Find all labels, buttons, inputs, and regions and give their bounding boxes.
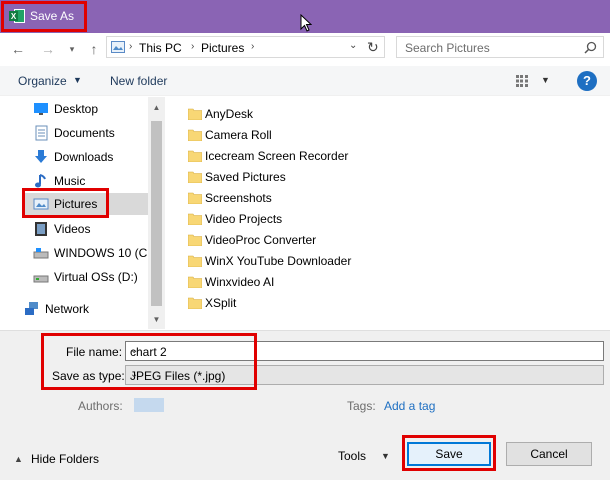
tools-dropdown-icon[interactable]: ▼ [381, 451, 390, 461]
nav-label: Documents [54, 126, 115, 140]
list-item[interactable]: WinX YouTube Downloader [188, 251, 488, 272]
folder-icon [188, 150, 202, 162]
folder-icon [188, 171, 202, 183]
drive-icon [33, 248, 49, 259]
mouse-cursor-icon [300, 14, 312, 32]
folder-icon [188, 276, 202, 288]
hide-folders-icon[interactable]: ▲ [14, 454, 23, 464]
toolbar: Organize ▼ New folder ▼ ? [0, 66, 610, 96]
list-item[interactable]: XSplit [188, 293, 488, 314]
videos-icon [35, 222, 47, 236]
scrollbar-thumb[interactable] [151, 121, 162, 306]
nav-item-network[interactable]: Network [22, 298, 139, 320]
search-box[interactable]: Search Pictures [396, 36, 604, 58]
recent-dropdown-icon[interactable]: ▾ [64, 41, 80, 57]
pictures-location-icon [111, 41, 125, 53]
list-item[interactable]: Video Projects [188, 209, 488, 230]
address-dropdown-icon[interactable]: ⌄ [349, 40, 357, 51]
file-list: AnyDesk Camera Roll Icecream Screen Reco… [166, 97, 610, 329]
nav-item-windows-drive[interactable]: WINDOWS 10 (C:) [31, 242, 155, 264]
nav-scrollbar[interactable]: ▲ ▼ [148, 97, 165, 329]
list-item[interactable]: Icecream Screen Recorder [188, 146, 488, 167]
title-bar: X Save As [0, 0, 610, 33]
folder-name: Saved Pictures [205, 170, 286, 184]
search-icon [584, 41, 597, 54]
drive-icon [33, 275, 49, 283]
save-form: File name: chart 2 ⌄ Save as type: JPEG … [0, 330, 610, 480]
list-item[interactable]: Saved Pictures [188, 167, 488, 188]
organize-dropdown-icon[interactable]: ▼ [73, 75, 82, 85]
breadcrumb-this-pc[interactable]: This PC [139, 41, 182, 55]
pictures-highlight-box [22, 188, 109, 218]
nav-label: WINDOWS 10 (C:) [54, 246, 155, 260]
folder-name: Camera Roll [205, 128, 272, 142]
music-icon [35, 174, 46, 188]
view-dropdown-icon[interactable]: ▼ [541, 75, 550, 85]
list-item[interactable]: AnyDesk [188, 104, 488, 125]
nav-item-videos[interactable]: Videos [31, 218, 148, 240]
list-item[interactable]: Screenshots [188, 188, 488, 209]
folder-name: Video Projects [205, 212, 283, 226]
refresh-icon[interactable]: ↻ [367, 39, 379, 56]
nav-item-desktop[interactable]: Desktop [31, 98, 148, 120]
authors-label: Authors: [78, 399, 123, 413]
nav-label: Downloads [54, 150, 114, 164]
network-icon [25, 302, 38, 315]
folder-name: AnyDesk [205, 107, 254, 121]
nav-label: Network [45, 302, 90, 316]
folder-icon [188, 255, 202, 267]
scroll-down-icon[interactable]: ▼ [148, 315, 165, 324]
up-arrow-icon[interactable]: ↑ [86, 41, 102, 57]
view-options-icon[interactable] [516, 75, 532, 87]
cancel-button[interactable]: Cancel [506, 442, 592, 466]
hide-folders-button[interactable]: Hide Folders [31, 452, 99, 466]
nav-item-virtual-drive[interactable]: Virtual OSs (D:) [31, 266, 148, 288]
downloads-icon [35, 150, 47, 163]
folder-name: Screenshots [205, 191, 272, 205]
tools-button[interactable]: Tools [338, 449, 366, 463]
breadcrumb-pictures[interactable]: Pictures [201, 41, 244, 55]
breadcrumb-separator: › [251, 41, 255, 52]
folder-name: Winxvideo AI [205, 275, 275, 289]
help-icon[interactable]: ? [577, 71, 597, 91]
folder-icon [188, 108, 202, 120]
add-tag-link[interactable]: Add a tag [384, 399, 435, 413]
breadcrumb-separator: › [191, 41, 195, 52]
folder-icon [188, 234, 202, 246]
documents-icon [35, 125, 48, 141]
nav-label: Virtual OSs (D:) [54, 270, 138, 284]
tags-label: Tags: [347, 399, 376, 413]
folder-icon [188, 297, 202, 309]
list-item[interactable]: Winxvideo AI [188, 272, 488, 293]
nav-label: Music [54, 174, 86, 188]
title-highlight-box [1, 1, 87, 32]
folder-name: XSplit [205, 296, 237, 310]
folder-name: Icecream Screen Recorder [205, 149, 349, 163]
authors-value[interactable] [134, 398, 164, 412]
back-arrow-icon[interactable]: ← [10, 41, 26, 57]
desktop-icon [34, 103, 48, 115]
forward-arrow-icon[interactable]: → [40, 41, 56, 57]
scroll-up-icon[interactable]: ▲ [148, 103, 165, 112]
nav-item-downloads[interactable]: Downloads [31, 146, 148, 168]
new-folder-button[interactable]: New folder [110, 74, 167, 88]
form-highlight-box [41, 333, 257, 390]
folder-icon [188, 192, 202, 204]
breadcrumb-separator: › [129, 41, 133, 52]
organize-button[interactable]: Organize [18, 74, 67, 88]
save-highlight-box [402, 435, 496, 471]
folder-name: VideoProc Converter [205, 233, 317, 247]
folder-name: WinX YouTube Downloader [205, 254, 352, 268]
nav-label: Videos [54, 222, 91, 236]
list-item[interactable]: VideoProc Converter [188, 230, 488, 251]
folder-icon [188, 129, 202, 141]
list-item[interactable]: Camera Roll [188, 125, 488, 146]
search-placeholder: Search Pictures [405, 41, 490, 55]
nav-label: Desktop [54, 102, 99, 116]
address-bar[interactable]: › This PC › Pictures › ⌄ ↻ [106, 36, 385, 58]
folder-icon [188, 213, 202, 225]
nav-item-documents[interactable]: Documents [31, 122, 148, 144]
